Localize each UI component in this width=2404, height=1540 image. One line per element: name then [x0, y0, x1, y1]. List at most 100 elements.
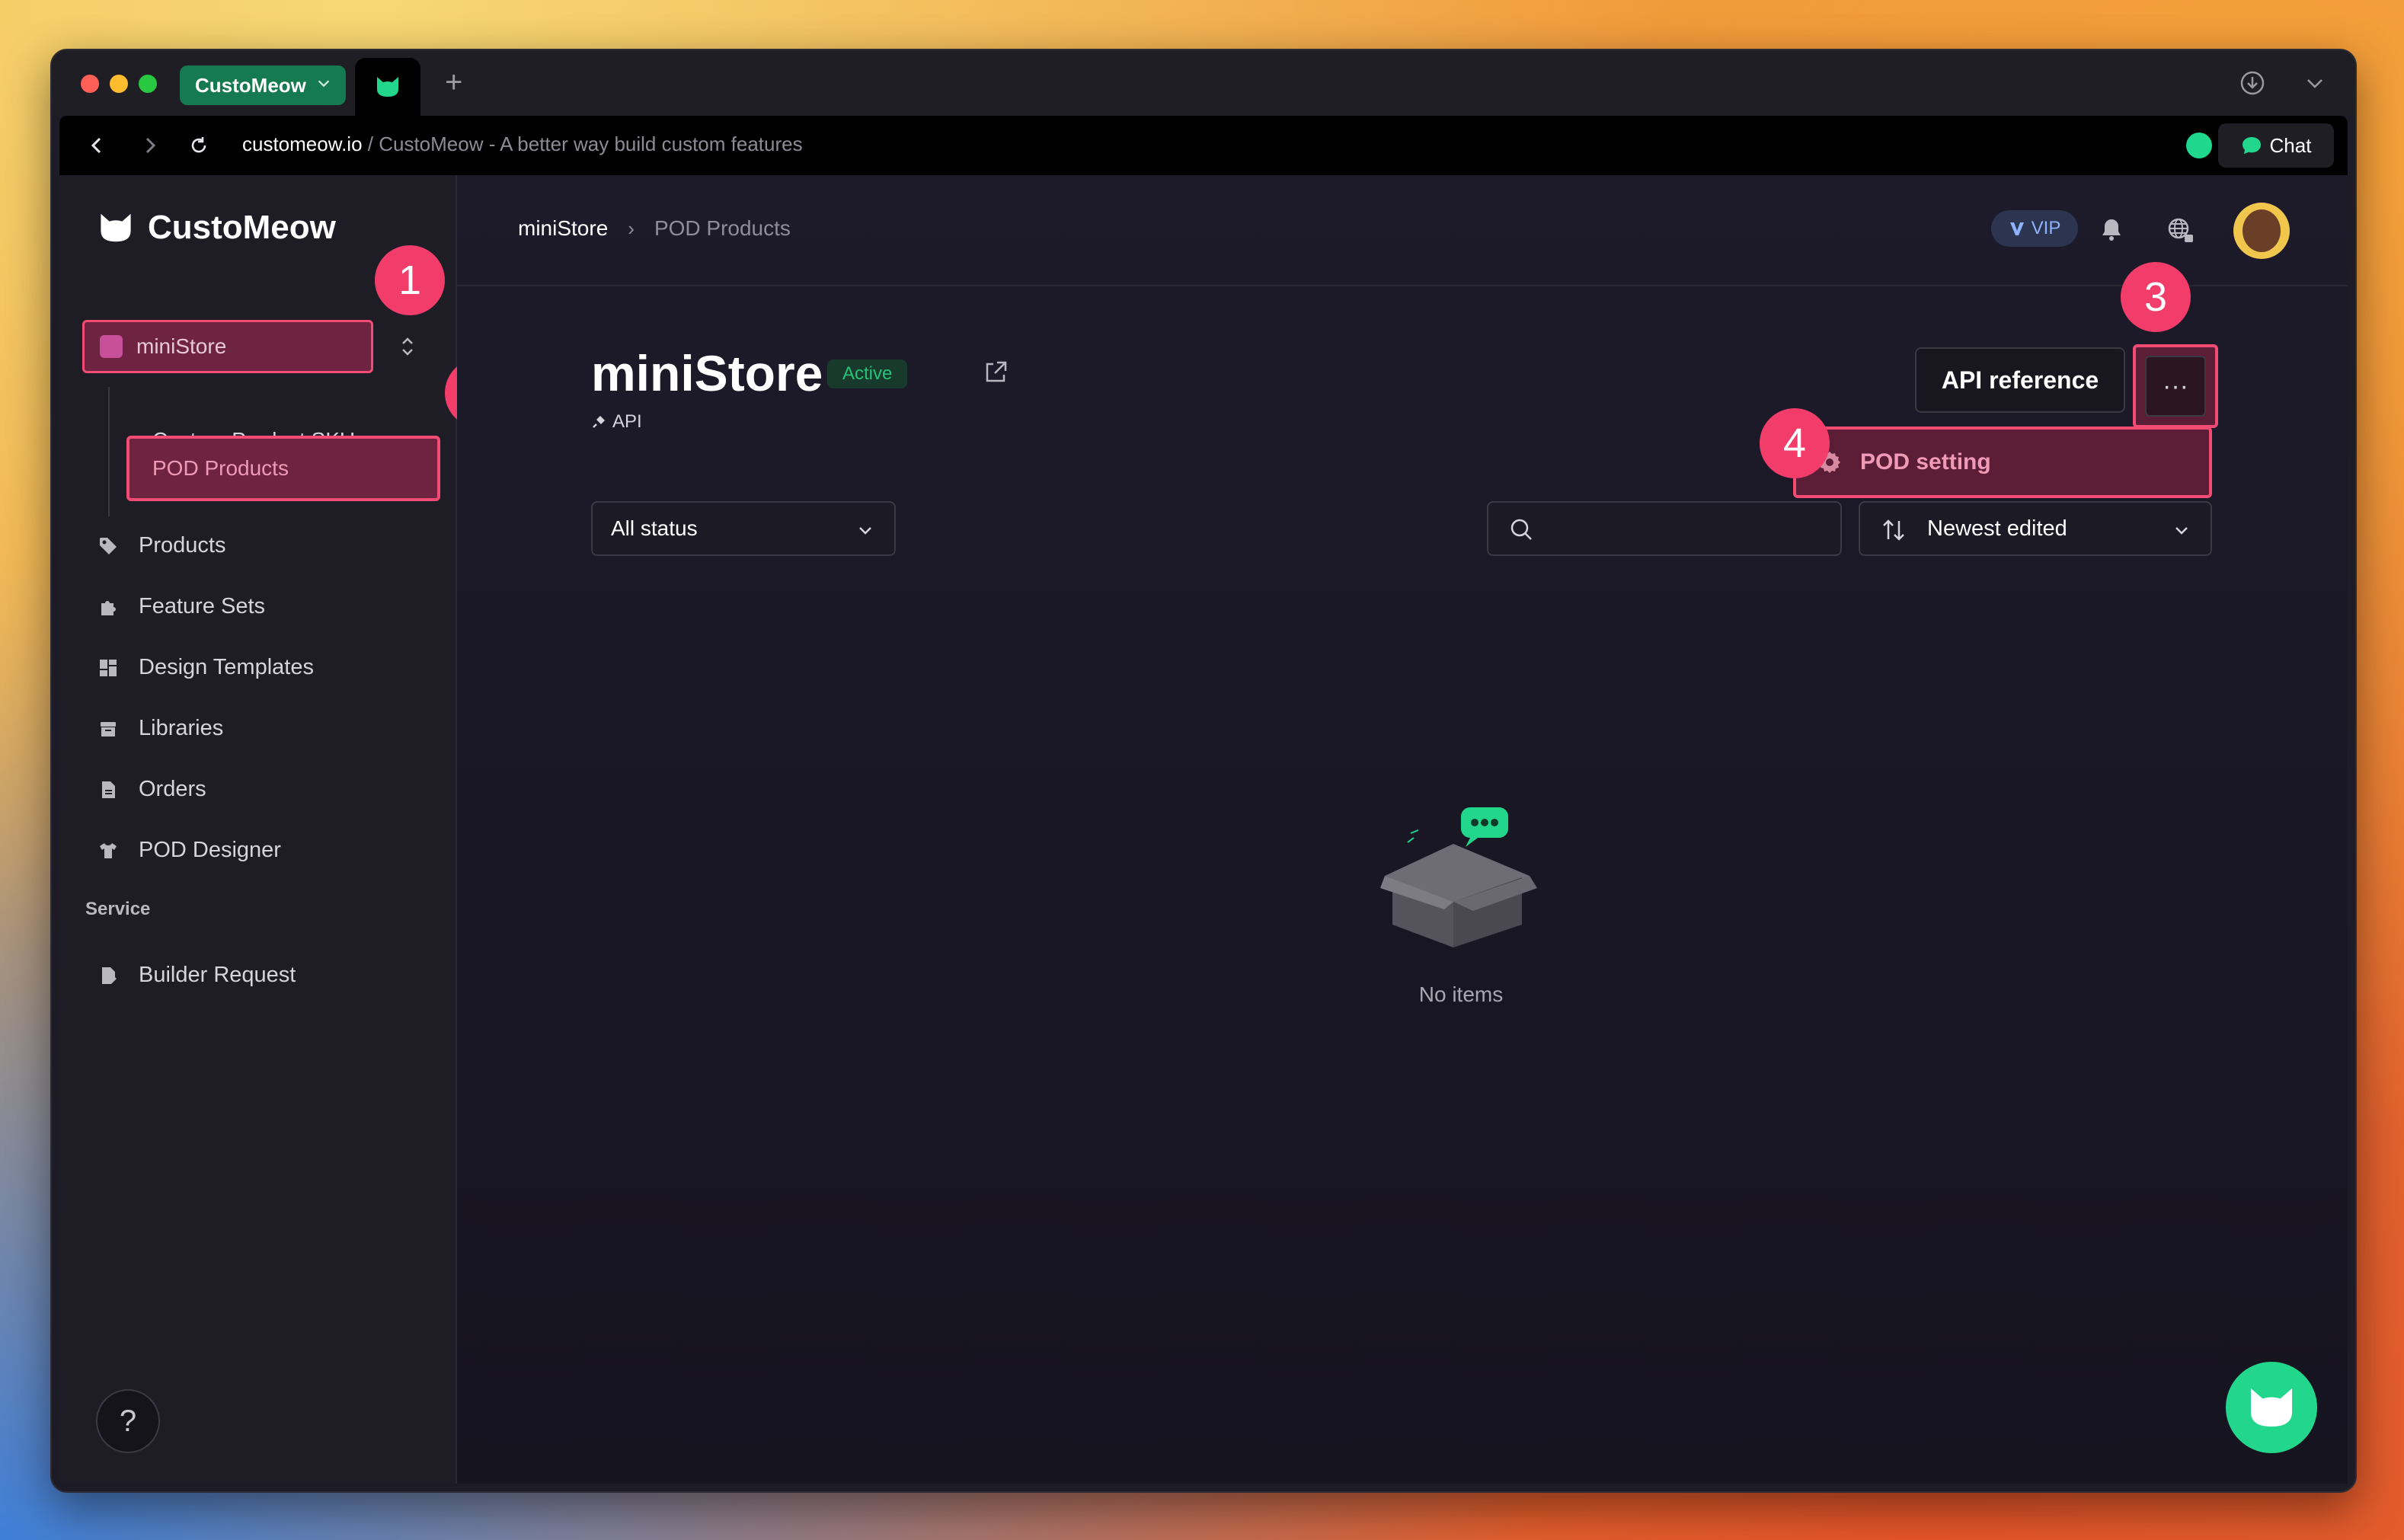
status-filter-value: All status [611, 516, 698, 540]
tag-icon [98, 535, 119, 557]
sort-icon [1883, 519, 1904, 541]
sidebar-item-label: Orders [139, 777, 206, 801]
cat-logo-icon [377, 77, 398, 97]
breadcrumb-item-pod-products: POD Products [654, 216, 791, 240]
url-field[interactable]: customeow.io / CustoMeow - A better way … [242, 133, 803, 156]
store-avatar-icon [100, 335, 123, 358]
store-selector-label: miniStore [136, 334, 227, 358]
sidebar-item-label: Libraries [139, 716, 224, 740]
callout-3: 3 [2121, 262, 2191, 332]
file-edit-icon [98, 965, 119, 986]
api-tag: API [591, 411, 642, 433]
grid-icon [98, 657, 119, 679]
cat-logo-icon [101, 213, 131, 242]
reload-icon[interactable] [187, 134, 210, 157]
help-button[interactable]: ? [96, 1389, 160, 1453]
chat-bubble-icon [2242, 137, 2261, 154]
menu-item-label: POD setting [1860, 449, 1991, 474]
page-header: miniStore › POD Products VIP [457, 175, 2348, 286]
app-area: CustoMeow miniStore Custom Product SKUs … [59, 175, 2348, 1484]
avatar-face-icon [2243, 209, 2281, 252]
puzzle-icon [98, 596, 119, 618]
extension-icon[interactable] [2186, 133, 2212, 158]
chat-label: Chat [2269, 133, 2312, 157]
archive-icon [98, 718, 119, 740]
sidebar-item-libraries[interactable]: Libraries [98, 716, 223, 741]
tab-list-chevron-icon[interactable] [2303, 72, 2326, 94]
breadcrumb: miniStore › POD Products [518, 216, 791, 241]
vip-logo-icon [2009, 222, 2024, 235]
expand-collapse-icon[interactable] [396, 334, 419, 359]
sidebar: CustoMeow miniStore Custom Product SKUs … [59, 175, 515, 1484]
callout-4: 4 [1760, 408, 1830, 478]
url-host: customeow.io [242, 133, 363, 155]
back-icon[interactable] [85, 134, 108, 157]
store-selector[interactable]: miniStore [82, 320, 373, 373]
download-icon[interactable] [2239, 70, 2265, 96]
sidebar-item-design-templates[interactable]: Design Templates [98, 655, 314, 680]
minimize-window-button[interactable] [110, 75, 128, 93]
chevron-down-icon [318, 80, 330, 88]
sidebar-item-label: Builder Request [139, 963, 296, 987]
page-title: miniStore [591, 345, 823, 401]
bell-icon[interactable] [2096, 215, 2127, 245]
sidebar-item-products[interactable]: Products [98, 533, 225, 558]
shirt-icon [98, 840, 119, 861]
sidebar-item-builder-request[interactable]: Builder Request [98, 963, 296, 988]
more-options-button[interactable]: ··· [2133, 344, 2218, 428]
cat-logo-icon [2250, 1388, 2293, 1427]
sidebar-item-label: Products [139, 533, 226, 558]
api-reference-button[interactable]: API reference [1915, 347, 2125, 413]
zoom-window-button[interactable] [139, 75, 157, 93]
browser-window: CustoMeow + customeow.io / CustoMeow - A… [50, 49, 2357, 1493]
workspace-selector[interactable]: CustoMeow [180, 65, 346, 105]
menu-item-pod-setting[interactable]: POD setting [1793, 427, 2212, 498]
sidebar-item-pod-products[interactable]: POD Products [126, 436, 440, 501]
breadcrumb-item-ministore[interactable]: miniStore [518, 216, 608, 241]
main-content: miniStore › POD Products VIP miniStore A… [457, 175, 2348, 1484]
more-icon: ··· [2145, 356, 2206, 417]
sidebar-item-label: Design Templates [139, 655, 314, 679]
new-tab-button[interactable]: + [445, 67, 462, 97]
avatar[interactable] [2233, 203, 2290, 259]
assistant-fab-button[interactable] [2226, 1362, 2317, 1453]
search-icon [1510, 519, 1532, 540]
brand-logo[interactable]: CustoMeow [98, 209, 336, 247]
sidebar-item-feature-sets[interactable]: Feature Sets [98, 594, 265, 619]
external-link-icon[interactable] [983, 359, 1009, 385]
sidebar-item-pod-designer[interactable]: POD Designer [98, 838, 281, 863]
file-icon [98, 779, 119, 800]
sidebar-item-label: POD Designer [139, 838, 281, 862]
forward-icon[interactable] [139, 134, 161, 157]
callout-1: 1 [375, 245, 445, 315]
empty-box-icon [1380, 807, 1537, 947]
chat-button[interactable]: Chat [2218, 123, 2334, 168]
title-bar: CustoMeow + [52, 50, 2355, 116]
plug-icon [593, 416, 605, 428]
sidebar-item-label: Feature Sets [139, 594, 266, 618]
search-field[interactable] [1487, 501, 1842, 556]
api-tag-label: API [612, 411, 642, 432]
help-label: ? [119, 1404, 137, 1438]
close-window-button[interactable] [81, 75, 99, 93]
workspace-label: CustoMeow [195, 73, 306, 97]
empty-state-text: No items [1418, 982, 1504, 1006]
address-bar: customeow.io / CustoMeow - A better way … [59, 116, 2348, 175]
sidebar-item-label: POD Products [152, 456, 289, 480]
search-input[interactable] [1546, 510, 1831, 550]
status-badge: Active [827, 359, 908, 388]
chevron-down-icon [859, 527, 871, 535]
url-path: / CustoMeow - A better way build custom … [362, 133, 803, 155]
sidebar-item-orders[interactable]: Orders [98, 777, 206, 802]
vip-badge[interactable]: VIP [1991, 210, 2078, 247]
chevron-down-icon [2175, 527, 2188, 535]
sort-select[interactable]: Newest edited [1859, 501, 2212, 556]
globe-icon[interactable] [2165, 215, 2195, 245]
browser-tab[interactable] [355, 58, 420, 116]
sort-value: Newest edited [1927, 516, 2067, 541]
brand-name: CustoMeow [148, 209, 336, 246]
status-filter-select[interactable]: All status [591, 501, 896, 556]
vip-label: VIP [2031, 218, 2061, 238]
subtree-line [108, 387, 110, 516]
section-label-service: Service [85, 899, 151, 919]
